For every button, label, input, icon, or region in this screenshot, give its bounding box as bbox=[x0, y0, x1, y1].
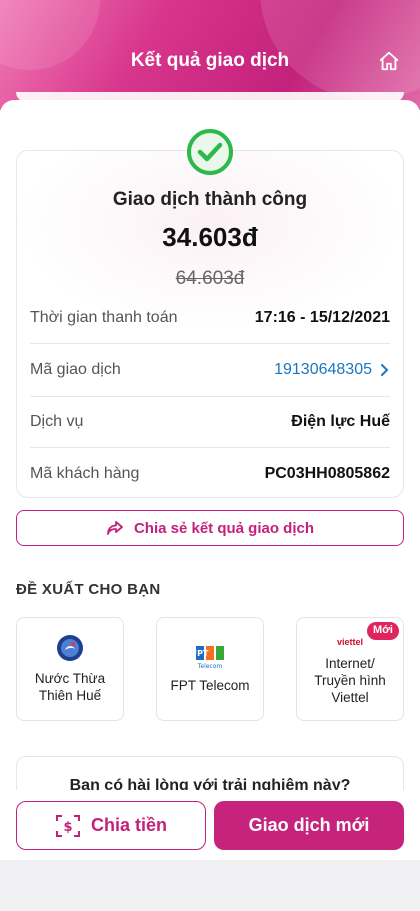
detail-row-payment-time: Thời gian thanh toán 17:16 - 15/12/2021 bbox=[30, 293, 390, 343]
transaction-amount: 34.603đ bbox=[162, 222, 258, 252]
suggestion-viettel[interactable]: Mới viettel Internet/ Truyền hình Viette… bbox=[296, 617, 404, 721]
divider bbox=[30, 447, 390, 448]
chevron-right-icon bbox=[381, 364, 389, 376]
detail-row-service: Dịch vụ Điện lực Huế bbox=[30, 397, 390, 447]
suggestions-title: ĐỀ XUẤT CHO BẠN bbox=[16, 581, 161, 598]
suggestion-label: Nước Thừa Thiên Huế bbox=[34, 671, 106, 703]
home-icon[interactable] bbox=[378, 50, 400, 72]
detail-label: Thời gian thanh toán bbox=[30, 309, 178, 326]
fpt-logo-sub: Telecom bbox=[197, 663, 223, 670]
share-arrow-icon bbox=[107, 521, 123, 535]
original-amount: 64.603đ bbox=[175, 268, 245, 289]
detail-row-customer-id: Mã khách hàng PC03HH0805862 bbox=[30, 449, 390, 499]
fpt-logo-letter: FPT bbox=[195, 649, 209, 658]
new-transaction-label: Giao dịch mới bbox=[248, 815, 370, 835]
share-result-button[interactable]: Chia sẻ kết quả giao dịch bbox=[16, 510, 404, 546]
detail-value: 19130648305 bbox=[274, 361, 372, 378]
suggestion-label: Internet/ Truyền hình Viettel bbox=[314, 656, 386, 706]
transaction-id-link[interactable]: 19130648305 bbox=[274, 361, 390, 379]
split-bill-button[interactable]: $ Chia tiền bbox=[16, 801, 206, 850]
detail-value: Điện lực Huế bbox=[291, 413, 390, 430]
suggestion-fpt-telecom[interactable]: FPT Telecom FPT Telecom bbox=[156, 617, 264, 721]
svg-text:$: $ bbox=[63, 820, 72, 835]
detail-value: PC03HH0805862 bbox=[264, 465, 390, 482]
transaction-status: Giao dịch thành công bbox=[112, 189, 308, 210]
suggestion-water-hue[interactable]: Nước Thừa Thiên Huế bbox=[16, 617, 124, 721]
viettel-logo-icon: viettel bbox=[336, 637, 363, 648]
detail-value: 17:16 - 15/12/2021 bbox=[254, 309, 390, 326]
divider bbox=[30, 343, 390, 344]
share-label: Chia sẻ kết quả giao dịch bbox=[133, 519, 315, 537]
detail-label: Mã khách hàng bbox=[30, 465, 140, 482]
split-label: Chia tiền bbox=[90, 815, 167, 835]
detail-row-transaction-id[interactable]: Mã giao dịch 19130648305 bbox=[30, 345, 390, 395]
success-check-icon bbox=[187, 129, 233, 175]
new-transaction-button[interactable]: Giao dịch mới bbox=[214, 801, 404, 850]
water-company-logo-icon bbox=[57, 635, 83, 662]
detail-label: Dịch vụ bbox=[30, 413, 84, 430]
suggestion-label: FPT Telecom bbox=[170, 677, 250, 693]
split-money-icon: $ bbox=[55, 814, 80, 837]
new-badge: Mới bbox=[366, 622, 399, 640]
fpt-logo-icon: FPT Telecom bbox=[195, 645, 224, 670]
detail-label: Mã giao dịch bbox=[30, 361, 121, 378]
page-title: Kết quả giao dịch bbox=[130, 50, 290, 71]
